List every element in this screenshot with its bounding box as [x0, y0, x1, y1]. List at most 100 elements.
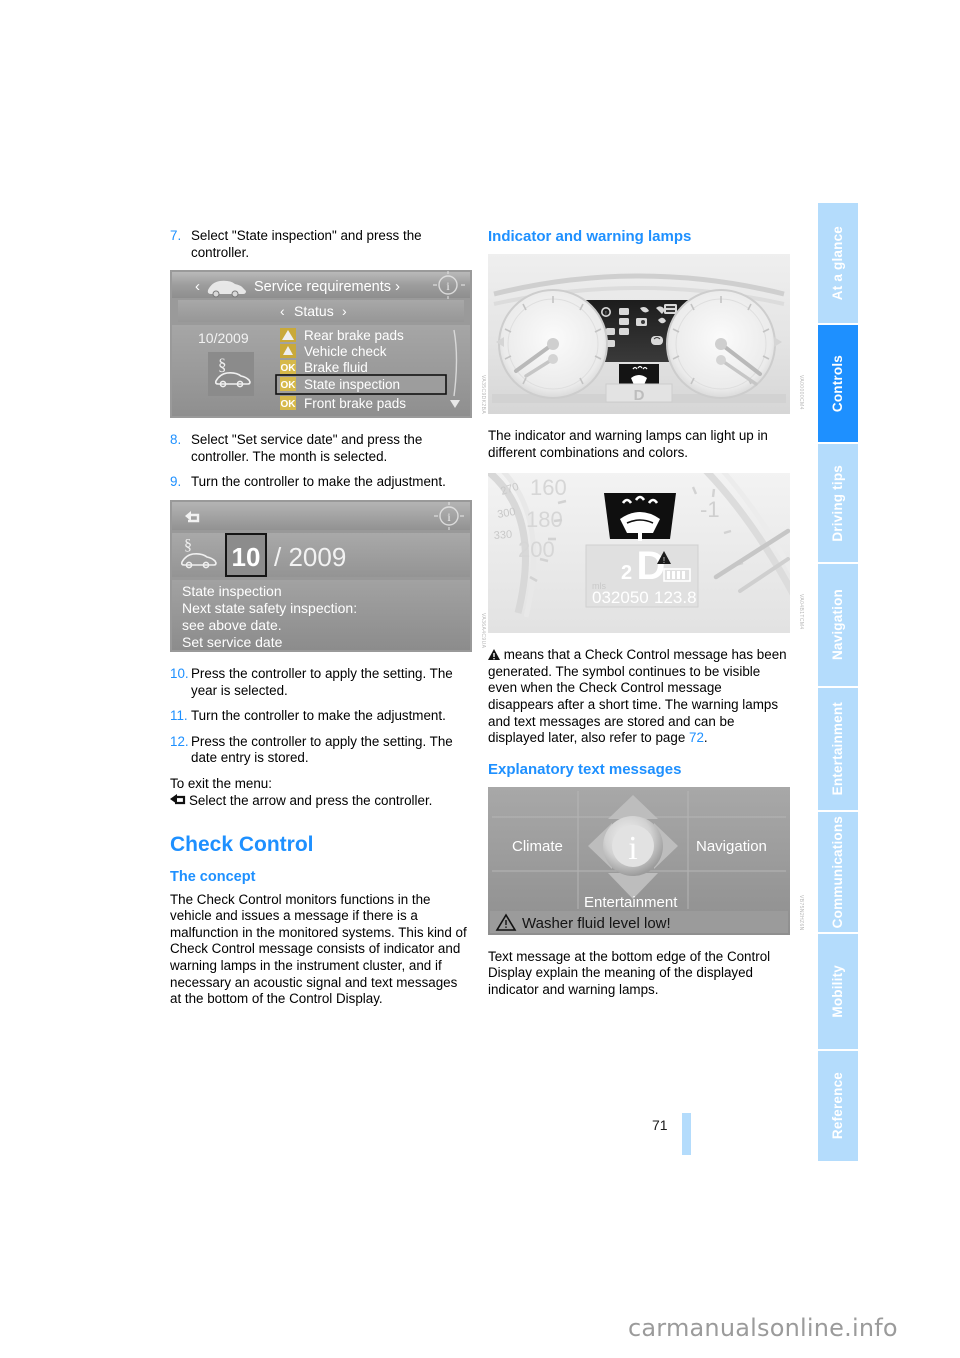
- speed-label: 200: [518, 537, 555, 562]
- instrument-cluster-image: ! D: [488, 254, 790, 414]
- sidebar-item-entertainment[interactable]: Entertainment: [818, 688, 858, 810]
- concept-paragraph: The Check Control monitors functions in …: [170, 891, 467, 1007]
- figure-cluster-detail: 270 300 330 160 180 200 -1 D 2 ! mls 032…: [488, 473, 804, 634]
- gear-number: 2: [621, 562, 632, 584]
- step-text: Select "Set service date" and press the …: [191, 432, 423, 464]
- figure-line: State inspection: [182, 583, 282, 599]
- step-text: Press the controller to apply the settin…: [191, 665, 453, 698]
- svg-text:OK: OK: [281, 380, 297, 391]
- list-item: 8. Select "Set service date" and press t…: [170, 432, 472, 465]
- svg-text:§: §: [184, 537, 192, 554]
- manual-page: At a glance Controls Driving tips Naviga…: [0, 0, 960, 1358]
- svg-text:›: ›: [395, 278, 400, 295]
- figure-caption-code: VB75N2HZ6N: [798, 895, 804, 931]
- figure-caption-code: VA35C9DK2BA: [480, 375, 486, 415]
- figure-instrument-cluster: ! D VA00000CM4: [488, 254, 804, 414]
- figure-caption-code: VA00000CM4: [798, 375, 804, 410]
- sidebar-item-controls[interactable]: Controls: [818, 325, 858, 442]
- svg-text:D: D: [634, 387, 645, 404]
- page-title: Check Control: [170, 833, 314, 857]
- step-text: Turn the controller to make the adjustme…: [191, 708, 446, 724]
- step-number: 11.: [170, 708, 188, 724]
- sidebar-item-at-a-glance[interactable]: At a glance: [818, 203, 858, 323]
- page-marker: [682, 1113, 691, 1155]
- watermark: carmanualsonline.info: [628, 1314, 898, 1342]
- step-list-bottom: 10. Press the controller to apply the se…: [170, 666, 472, 767]
- section-heading-the-concept: The concept: [170, 869, 256, 886]
- figure-row-label: Brake fluid: [304, 360, 368, 375]
- page-reference-link[interactable]: 72: [689, 730, 704, 745]
- cluster-detail-image: 270 300 330 160 180 200 -1 D 2 ! mls 032…: [488, 473, 790, 634]
- svg-text:330: 330: [493, 529, 512, 542]
- figure-row-label: Rear brake pads: [304, 328, 404, 343]
- warning-triangle-icon: [488, 647, 504, 662]
- figure-month: 10: [232, 542, 261, 572]
- info-icon: i: [628, 830, 637, 867]
- sidebar-item-label: Navigation: [830, 589, 846, 661]
- figure-control-display: i Climate Navigation Entertainment Washe…: [488, 786, 804, 935]
- gear-indicator: D: [637, 544, 666, 588]
- step-number: 7.: [170, 228, 182, 243]
- left-text-column: 7. Select "State inspection" and press t…: [170, 228, 486, 1020]
- list-item: 11. Turn the controller to make the adju…: [170, 708, 472, 725]
- service-requirements-screenshot: ‹ Service requirements › i ‹ Status › 10…: [170, 270, 472, 419]
- figure-row-label-selected: State inspection: [304, 377, 400, 392]
- check-control-note: means that a Check Control message has b…: [488, 647, 790, 747]
- step-list-mid: 8. Select "Set service date" and press t…: [170, 432, 472, 491]
- sidebar-item-label: Mobility: [830, 965, 846, 1018]
- svg-text:/ 2009: / 2009: [274, 542, 346, 572]
- list-item: 12. Press the controller to apply the se…: [170, 734, 472, 767]
- svg-text:OK: OK: [281, 363, 297, 374]
- section-heading-indicator-lamps: Indicator and warning lamps: [488, 228, 692, 245]
- sidebar-item-mobility[interactable]: Mobility: [818, 934, 858, 1049]
- period: .: [703, 730, 708, 746]
- sidebar-item-communications[interactable]: Communications: [818, 812, 858, 932]
- step-number: 12.: [170, 733, 189, 749]
- check-control-note-text: means that a Check Control message has b…: [488, 647, 787, 746]
- tile-label-climate: Climate: [512, 838, 563, 855]
- back-arrow-icon: [170, 793, 186, 812]
- right-text-column: Indicator and warning lamps ! D VA00000C…: [488, 228, 804, 1011]
- tile-label-navigation: Navigation: [696, 838, 767, 855]
- figure-row-label: Vehicle check: [304, 344, 387, 359]
- figure-date: 10/2009: [198, 330, 249, 346]
- exit-menu-text: Select the arrow and press the controlle…: [189, 792, 433, 808]
- list-item: 10. Press the controller to apply the se…: [170, 666, 472, 699]
- figure-caption-code: VA36A4C9UA: [480, 612, 486, 648]
- status-message: Washer fluid level low!: [522, 915, 671, 932]
- figure-line: see above date.: [182, 617, 282, 633]
- control-display-screenshot: i Climate Navigation Entertainment Washe…: [488, 786, 790, 935]
- odometer: 032050: [592, 588, 649, 607]
- step-text: Select "State inspection" and press the …: [191, 228, 422, 260]
- sidebar-item-label: Communications: [830, 815, 846, 929]
- trip-meter: 123.8: [654, 588, 697, 607]
- page-number: 71: [652, 1117, 668, 1133]
- figure-caption-code: VA04B1TCM4: [798, 593, 804, 630]
- list-item: 9. Turn the controller to make the adjus…: [170, 474, 472, 491]
- figure-service-requirements: ‹ Service requirements › i ‹ Status › 10…: [170, 270, 486, 419]
- step-list-top: 7. Select "State inspection" and press t…: [170, 228, 472, 261]
- sidebar-item-label: Entertainment: [830, 702, 846, 796]
- sidebar-item-label: At a glance: [830, 225, 846, 301]
- sidebar-item-reference[interactable]: Reference: [818, 1051, 858, 1161]
- figure-line: Next state safety inspection:: [182, 600, 357, 616]
- svg-text:‹: ‹: [280, 303, 285, 319]
- set-service-date-screenshot: i § 10 / 2009 State inspection Next stat…: [170, 499, 472, 652]
- sidebar-item-navigation[interactable]: Navigation: [818, 564, 858, 686]
- svg-text:!: !: [663, 556, 665, 565]
- step-text: Press the controller to apply the settin…: [191, 733, 453, 766]
- svg-text:OK: OK: [281, 399, 297, 410]
- sidebar-item-label: Reference: [830, 1072, 846, 1140]
- figure-header-title: Service requirements: [254, 279, 391, 295]
- tile-label-entertainment: Entertainment: [584, 894, 678, 911]
- indicator-lamps-paragraph: The indicator and warning lamps can ligh…: [488, 428, 768, 460]
- tach-label: -1: [700, 497, 720, 522]
- figure-line: Set service date: [182, 634, 283, 650]
- section-heading-explanatory-text: Explanatory text messages: [488, 760, 682, 778]
- step-text: Turn the controller to make the adjustme…: [191, 474, 446, 490]
- sidebar-item-driving-tips[interactable]: Driving tips: [818, 444, 858, 562]
- exit-menu-line: Select the arrow and press the controlle…: [170, 793, 472, 812]
- svg-text:!: !: [605, 311, 606, 317]
- svg-text:›: ›: [342, 303, 347, 319]
- explanatory-paragraph: Text message at the bottom edge of the C…: [488, 948, 771, 997]
